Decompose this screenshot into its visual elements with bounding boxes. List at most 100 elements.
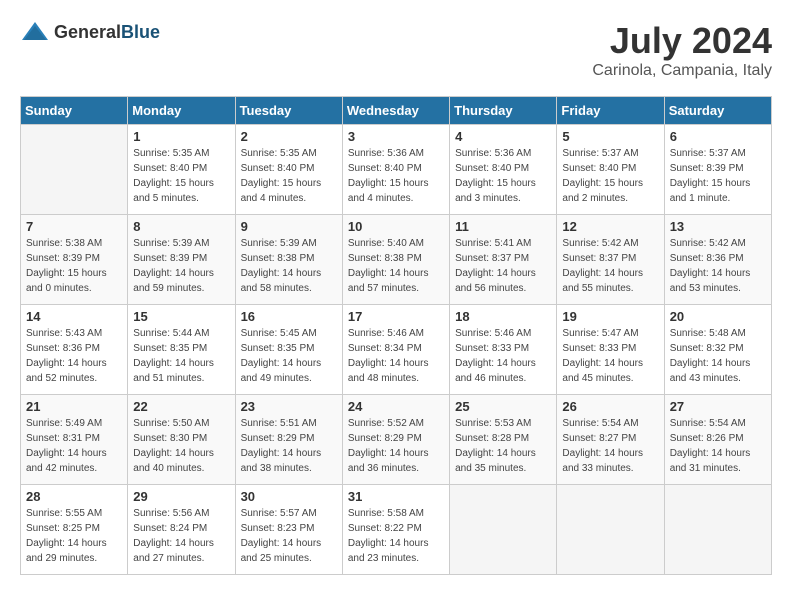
day-number: 21	[26, 399, 122, 414]
calendar-day-cell: 29 Sunrise: 5:56 AMSunset: 8:24 PMDayligh…	[128, 485, 235, 575]
day-info: Sunrise: 5:35 AMSunset: 8:40 PMDaylight:…	[133, 146, 229, 206]
day-of-week-header: Sunday	[21, 97, 128, 125]
day-info: Sunrise: 5:48 AMSunset: 8:32 PMDaylight:…	[670, 326, 766, 386]
calendar-day-cell: 23 Sunrise: 5:51 AMSunset: 8:29 PMDayligh…	[235, 395, 342, 485]
calendar-day-cell: 24 Sunrise: 5:52 AMSunset: 8:29 PMDayligh…	[342, 395, 449, 485]
day-info: Sunrise: 5:46 AMSunset: 8:33 PMDaylight:…	[455, 326, 551, 386]
calendar-week-row: 14 Sunrise: 5:43 AMSunset: 8:36 PMDayligh…	[21, 305, 772, 395]
day-info: Sunrise: 5:42 AMSunset: 8:37 PMDaylight:…	[562, 236, 658, 296]
day-info: Sunrise: 5:54 AMSunset: 8:27 PMDaylight:…	[562, 416, 658, 476]
day-info: Sunrise: 5:39 AMSunset: 8:38 PMDaylight:…	[241, 236, 337, 296]
calendar-day-cell: 2 Sunrise: 5:35 AMSunset: 8:40 PMDaylight…	[235, 125, 342, 215]
calendar-day-cell: 5Sunrise: 5:37 AMSunset: 8:40 PMDaylight…	[557, 125, 664, 215]
calendar-day-cell: 4Sunrise: 5:36 AMSunset: 8:40 PMDaylight…	[450, 125, 557, 215]
calendar-header-row: SundayMondayTuesdayWednesdayThursdayFrid…	[21, 97, 772, 125]
day-number: 5	[562, 129, 658, 144]
calendar-day-cell: 12 Sunrise: 5:42 AMSunset: 8:37 PMDayligh…	[557, 215, 664, 305]
calendar-day-cell: 16 Sunrise: 5:45 AMSunset: 8:35 PMDayligh…	[235, 305, 342, 395]
month-year-title: July 2024	[592, 20, 772, 62]
day-number: 26	[562, 399, 658, 414]
day-number: 2	[241, 129, 337, 144]
calendar-week-row: 1 Sunrise: 5:35 AMSunset: 8:40 PMDaylight…	[21, 125, 772, 215]
calendar-day-cell: 8 Sunrise: 5:39 AMSunset: 8:39 PMDaylight…	[128, 215, 235, 305]
day-number: 17	[348, 309, 444, 324]
calendar-day-cell: 31 Sunrise: 5:58 AMSunset: 8:22 PMDayligh…	[342, 485, 449, 575]
day-info: Sunrise: 5:39 AMSunset: 8:39 PMDaylight:…	[133, 236, 229, 296]
day-number: 28	[26, 489, 122, 504]
day-of-week-header: Tuesday	[235, 97, 342, 125]
day-number: 11	[455, 219, 551, 234]
day-number: 8	[133, 219, 229, 234]
day-number: 24	[348, 399, 444, 414]
calendar-day-cell	[21, 125, 128, 215]
day-of-week-header: Wednesday	[342, 97, 449, 125]
day-number: 13	[670, 219, 766, 234]
calendar-day-cell: 28 Sunrise: 5:55 AMSunset: 8:25 PMDayligh…	[21, 485, 128, 575]
calendar-day-cell: 9 Sunrise: 5:39 AMSunset: 8:38 PMDaylight…	[235, 215, 342, 305]
day-info: Sunrise: 5:57 AMSunset: 8:23 PMDaylight:…	[241, 506, 337, 566]
calendar-day-cell: 7 Sunrise: 5:38 AMSunset: 8:39 PMDaylight…	[21, 215, 128, 305]
day-info: Sunrise: 5:56 AMSunset: 8:24 PMDaylight:…	[133, 506, 229, 566]
calendar-day-cell: 15 Sunrise: 5:44 AMSunset: 8:35 PMDayligh…	[128, 305, 235, 395]
day-info: Sunrise: 5:36 AMSunset: 8:40 PMDaylight:…	[348, 146, 444, 206]
day-number: 31	[348, 489, 444, 504]
calendar-day-cell: 3Sunrise: 5:36 AMSunset: 8:40 PMDaylight…	[342, 125, 449, 215]
day-number: 22	[133, 399, 229, 414]
day-info: Sunrise: 5:43 AMSunset: 8:36 PMDaylight:…	[26, 326, 122, 386]
calendar-day-cell: 21 Sunrise: 5:49 AMSunset: 8:31 PMDayligh…	[21, 395, 128, 485]
day-of-week-header: Saturday	[664, 97, 771, 125]
calendar-week-row: 21 Sunrise: 5:49 AMSunset: 8:31 PMDayligh…	[21, 395, 772, 485]
calendar-day-cell	[664, 485, 771, 575]
day-of-week-header: Friday	[557, 97, 664, 125]
calendar-day-cell: 14 Sunrise: 5:43 AMSunset: 8:36 PMDayligh…	[21, 305, 128, 395]
day-number: 29	[133, 489, 229, 504]
day-of-week-header: Thursday	[450, 97, 557, 125]
day-number: 10	[348, 219, 444, 234]
day-info: Sunrise: 5:38 AMSunset: 8:39 PMDaylight:…	[26, 236, 122, 296]
day-info: Sunrise: 5:44 AMSunset: 8:35 PMDaylight:…	[133, 326, 229, 386]
day-info: Sunrise: 5:45 AMSunset: 8:35 PMDaylight:…	[241, 326, 337, 386]
day-info: Sunrise: 5:55 AMSunset: 8:25 PMDaylight:…	[26, 506, 122, 566]
day-number: 16	[241, 309, 337, 324]
day-info: Sunrise: 5:46 AMSunset: 8:34 PMDaylight:…	[348, 326, 444, 386]
calendar-week-row: 28 Sunrise: 5:55 AMSunset: 8:25 PMDayligh…	[21, 485, 772, 575]
day-number: 23	[241, 399, 337, 414]
calendar-day-cell	[557, 485, 664, 575]
logo-general-text: General	[54, 22, 121, 42]
calendar-day-cell: 6Sunrise: 5:37 AMSunset: 8:39 PMDaylight…	[664, 125, 771, 215]
day-number: 6	[670, 129, 766, 144]
title-section: July 2024 Carinola, Campania, Italy	[592, 20, 772, 80]
day-number: 14	[26, 309, 122, 324]
day-info: Sunrise: 5:40 AMSunset: 8:38 PMDaylight:…	[348, 236, 444, 296]
page-header: GeneralBlue July 2024 Carinola, Campania…	[20, 20, 772, 80]
day-number: 18	[455, 309, 551, 324]
day-number: 9	[241, 219, 337, 234]
day-number: 7	[26, 219, 122, 234]
day-number: 1	[133, 129, 229, 144]
calendar-day-cell: 13 Sunrise: 5:42 AMSunset: 8:36 PMDayligh…	[664, 215, 771, 305]
calendar-day-cell: 22Sunrise: 5:50 AMSunset: 8:30 PMDayligh…	[128, 395, 235, 485]
day-info: Sunrise: 5:51 AMSunset: 8:29 PMDaylight:…	[241, 416, 337, 476]
calendar-day-cell: 1 Sunrise: 5:35 AMSunset: 8:40 PMDaylight…	[128, 125, 235, 215]
day-info: Sunrise: 5:47 AMSunset: 8:33 PMDaylight:…	[562, 326, 658, 386]
day-info: Sunrise: 5:42 AMSunset: 8:36 PMDaylight:…	[670, 236, 766, 296]
day-info: Sunrise: 5:53 AMSunset: 8:28 PMDaylight:…	[455, 416, 551, 476]
calendar-day-cell: 27Sunrise: 5:54 AMSunset: 8:26 PMDayligh…	[664, 395, 771, 485]
day-info: Sunrise: 5:58 AMSunset: 8:22 PMDaylight:…	[348, 506, 444, 566]
day-info: Sunrise: 5:52 AMSunset: 8:29 PMDaylight:…	[348, 416, 444, 476]
day-info: Sunrise: 5:35 AMSunset: 8:40 PMDaylight:…	[241, 146, 337, 206]
calendar-day-cell: 10 Sunrise: 5:40 AMSunset: 8:38 PMDayligh…	[342, 215, 449, 305]
calendar-day-cell: 30Sunrise: 5:57 AMSunset: 8:23 PMDayligh…	[235, 485, 342, 575]
calendar-day-cell: 20Sunrise: 5:48 AMSunset: 8:32 PMDayligh…	[664, 305, 771, 395]
day-number: 15	[133, 309, 229, 324]
calendar-day-cell: 19Sunrise: 5:47 AMSunset: 8:33 PMDayligh…	[557, 305, 664, 395]
calendar-week-row: 7 Sunrise: 5:38 AMSunset: 8:39 PMDaylight…	[21, 215, 772, 305]
day-number: 27	[670, 399, 766, 414]
calendar-day-cell: 26 Sunrise: 5:54 AMSunset: 8:27 PMDayligh…	[557, 395, 664, 485]
calendar-day-cell: 17 Sunrise: 5:46 AMSunset: 8:34 PMDayligh…	[342, 305, 449, 395]
calendar-day-cell: 11Sunrise: 5:41 AMSunset: 8:37 PMDayligh…	[450, 215, 557, 305]
day-number: 4	[455, 129, 551, 144]
day-number: 12	[562, 219, 658, 234]
day-info: Sunrise: 5:49 AMSunset: 8:31 PMDaylight:…	[26, 416, 122, 476]
calendar-day-cell	[450, 485, 557, 575]
